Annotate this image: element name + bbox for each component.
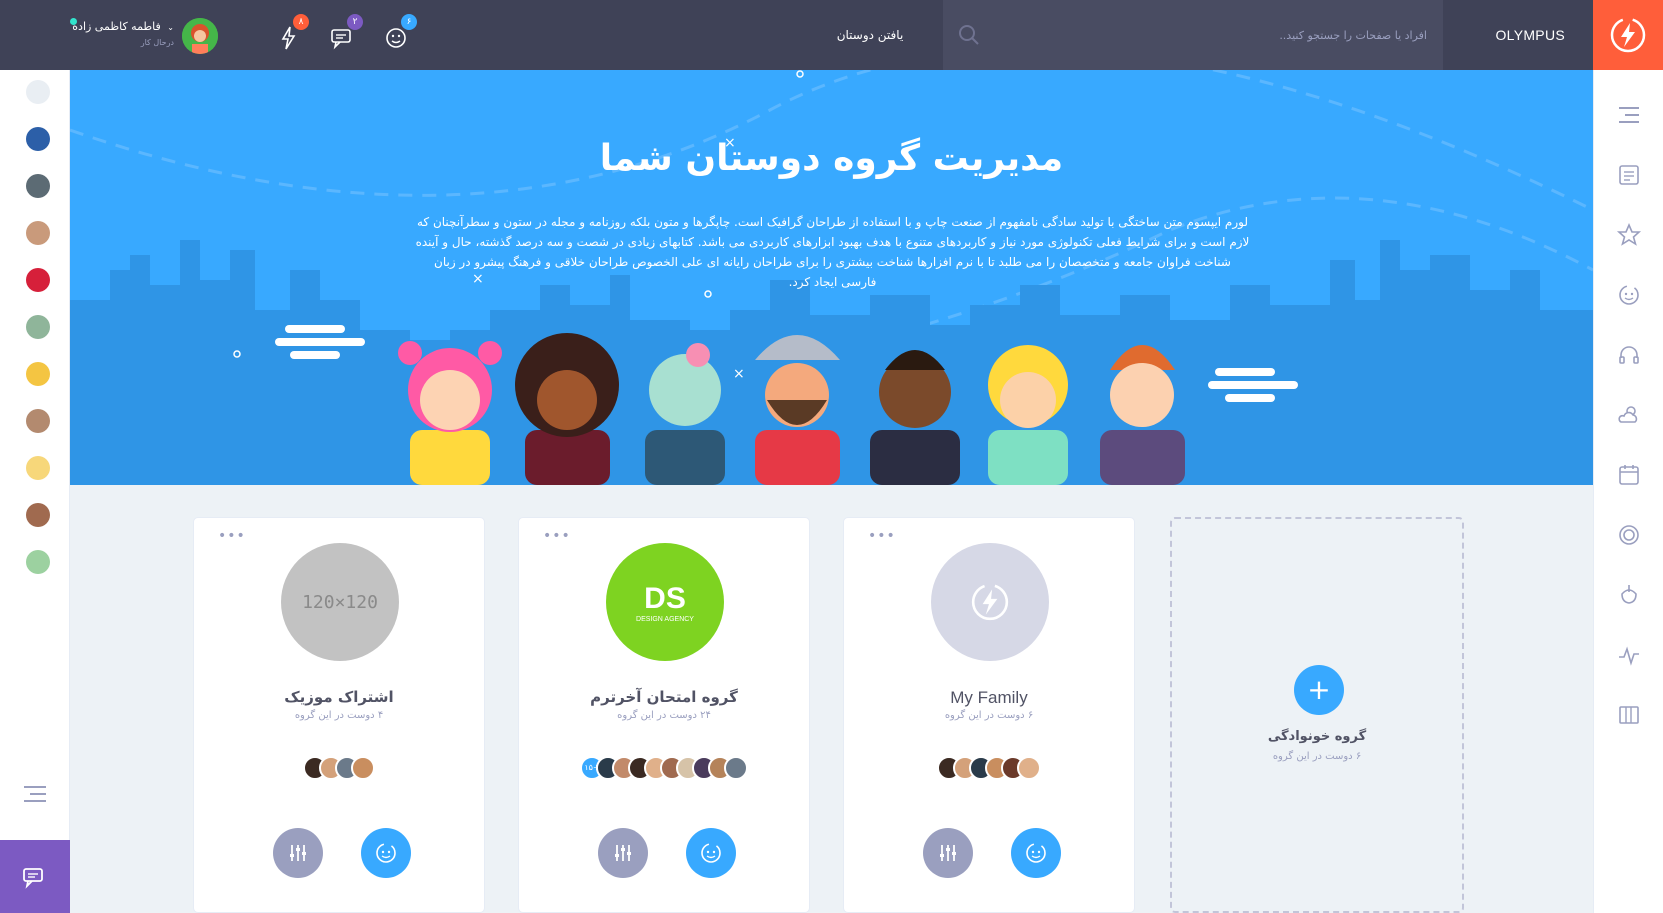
weather-icon[interactable]: [1616, 402, 1642, 428]
user-profile-menu[interactable]: ⌄ فاطمه کاظمی زاده درحال کار: [66, 16, 226, 56]
friend-avatar[interactable]: [26, 409, 50, 433]
smiley-chat-icon: [701, 843, 721, 863]
add-group-card[interactable]: + گروه خونوادگی ۶ دوست در این گروه: [1170, 517, 1464, 913]
notification-badge: ۶: [401, 14, 417, 30]
left-sidebar: [0, 70, 70, 913]
search-icon[interactable]: [957, 23, 981, 47]
open-chat-button[interactable]: [0, 840, 70, 913]
more-options-icon[interactable]: •••: [543, 528, 571, 544]
member-avatar[interactable]: [1017, 756, 1041, 780]
olympus-logo-icon: [971, 583, 1009, 621]
sliders-icon: [615, 845, 631, 861]
group-settings-button[interactable]: [273, 828, 323, 878]
add-group-name: گروه خونوادگی: [1267, 729, 1367, 744]
character-curly-woman: [515, 333, 619, 485]
sliders-icon: [290, 845, 306, 861]
user-avatar: [182, 18, 218, 54]
friend-groups-icon[interactable]: [1616, 282, 1642, 308]
friend-avatar[interactable]: [26, 221, 50, 245]
manage-widgets-icon[interactable]: [1616, 702, 1642, 728]
newsfeed-icon[interactable]: [1616, 162, 1642, 188]
group-count: ۶ دوست در این گروه: [944, 710, 1034, 721]
menu-icon[interactable]: [1616, 102, 1642, 128]
group-card[interactable]: ••• 120×120 اشتراک موزیک ۴ دوست در این گ…: [193, 517, 485, 913]
chat-icon: [23, 867, 43, 889]
group-name[interactable]: گروه امتحان آخرترم: [519, 688, 809, 706]
friend-avatar[interactable]: [26, 174, 50, 198]
group-chat-button[interactable]: [1011, 828, 1061, 878]
group-image: [931, 543, 1049, 661]
member-avatars: [194, 756, 484, 780]
member-avatars: ۱۵+: [519, 756, 809, 780]
messages-notification[interactable]: ۲: [329, 14, 363, 52]
logo-text: DS: [644, 581, 686, 615]
activity-notification[interactable]: ۸: [275, 14, 309, 52]
friend-avatar[interactable]: [26, 315, 50, 339]
hero-title: مدیریت گروه دوستان شما: [599, 138, 1064, 179]
search-bar: [943, 0, 1443, 70]
chevron-down-icon: ⌄: [167, 23, 174, 32]
member-avatars: [844, 756, 1134, 780]
stats-icon[interactable]: [1616, 642, 1642, 668]
member-avatar[interactable]: [351, 756, 375, 780]
friend-avatar[interactable]: [26, 503, 50, 527]
group-settings-button[interactable]: [923, 828, 973, 878]
smiley-chat-icon: [376, 843, 396, 863]
group-card[interactable]: ••• My Family ۶ دوست در این گروه: [843, 517, 1135, 913]
group-count: ۴ دوست در این گروه: [294, 710, 384, 721]
placeholder-label: 120×120: [302, 591, 378, 613]
friend-avatar[interactable]: [26, 362, 50, 386]
menu-icon[interactable]: [24, 785, 46, 803]
group-count: ۲۴ دوست در این گروه: [617, 710, 711, 721]
svg-text:×: ×: [733, 366, 745, 382]
more-options-icon[interactable]: •••: [218, 528, 246, 544]
find-friends-link[interactable]: یافتن دوستان: [800, 0, 940, 70]
badges-icon[interactable]: [1616, 522, 1642, 548]
friend-avatar[interactable]: [26, 80, 50, 104]
music-icon[interactable]: [1616, 582, 1642, 608]
add-group-count: ۶ دوست در این گروه: [1272, 751, 1362, 762]
group-image: 120×120: [281, 543, 399, 661]
group-chat-button[interactable]: [361, 828, 411, 878]
friend-avatar[interactable]: [26, 550, 50, 574]
top-header: OLYMPUS یافتن دوستان ۶ ۲ ۸: [0, 0, 1663, 70]
friend-avatar[interactable]: [26, 127, 50, 151]
right-sidebar: [1593, 70, 1663, 913]
more-options-icon[interactable]: •••: [868, 528, 896, 544]
brand-name[interactable]: OLYMPUS: [1495, 0, 1565, 70]
notification-badge: ۸: [293, 14, 309, 30]
hero-description: لورم ایپسوم متن ساختگی با تولید سادگی نا…: [415, 215, 1250, 289]
calendar-icon[interactable]: [1616, 462, 1642, 488]
sliders-icon: [940, 845, 956, 861]
friend-avatar[interactable]: [26, 456, 50, 480]
group-chat-button[interactable]: [686, 828, 736, 878]
smiley-chat-icon: [1026, 843, 1046, 863]
friend-requests-notification[interactable]: ۶: [383, 14, 417, 52]
user-status: درحال کار: [140, 38, 174, 47]
star-icon[interactable]: [1616, 222, 1642, 248]
add-group-button[interactable]: +: [1294, 665, 1344, 715]
logo-subtext: DESIGN AGENCY: [636, 615, 694, 623]
user-name: ⌄ فاطمه کاظمی زاده: [72, 20, 174, 33]
group-settings-button[interactable]: [598, 828, 648, 878]
flash-logo-icon: [1610, 17, 1646, 53]
search-input[interactable]: [1027, 22, 1427, 48]
group-image: DS DESIGN AGENCY: [606, 543, 724, 661]
group-card[interactable]: ••• DS DESIGN AGENCY گروه امتحان آخرترم …: [518, 517, 810, 913]
group-name[interactable]: اشتراک موزیک: [194, 688, 484, 706]
user-name-text: فاطمه کاظمی زاده: [72, 20, 161, 33]
headphones-icon[interactable]: [1616, 342, 1642, 368]
notification-badge: ۲: [347, 14, 363, 30]
brand-logo[interactable]: [1593, 0, 1663, 70]
member-avatar[interactable]: [724, 756, 748, 780]
group-name[interactable]: My Family: [844, 688, 1134, 708]
hero-banner: × × × مدیریت گروه دوستان شما لورم ایپسوم…: [70, 70, 1593, 485]
friend-avatar[interactable]: [26, 268, 50, 292]
